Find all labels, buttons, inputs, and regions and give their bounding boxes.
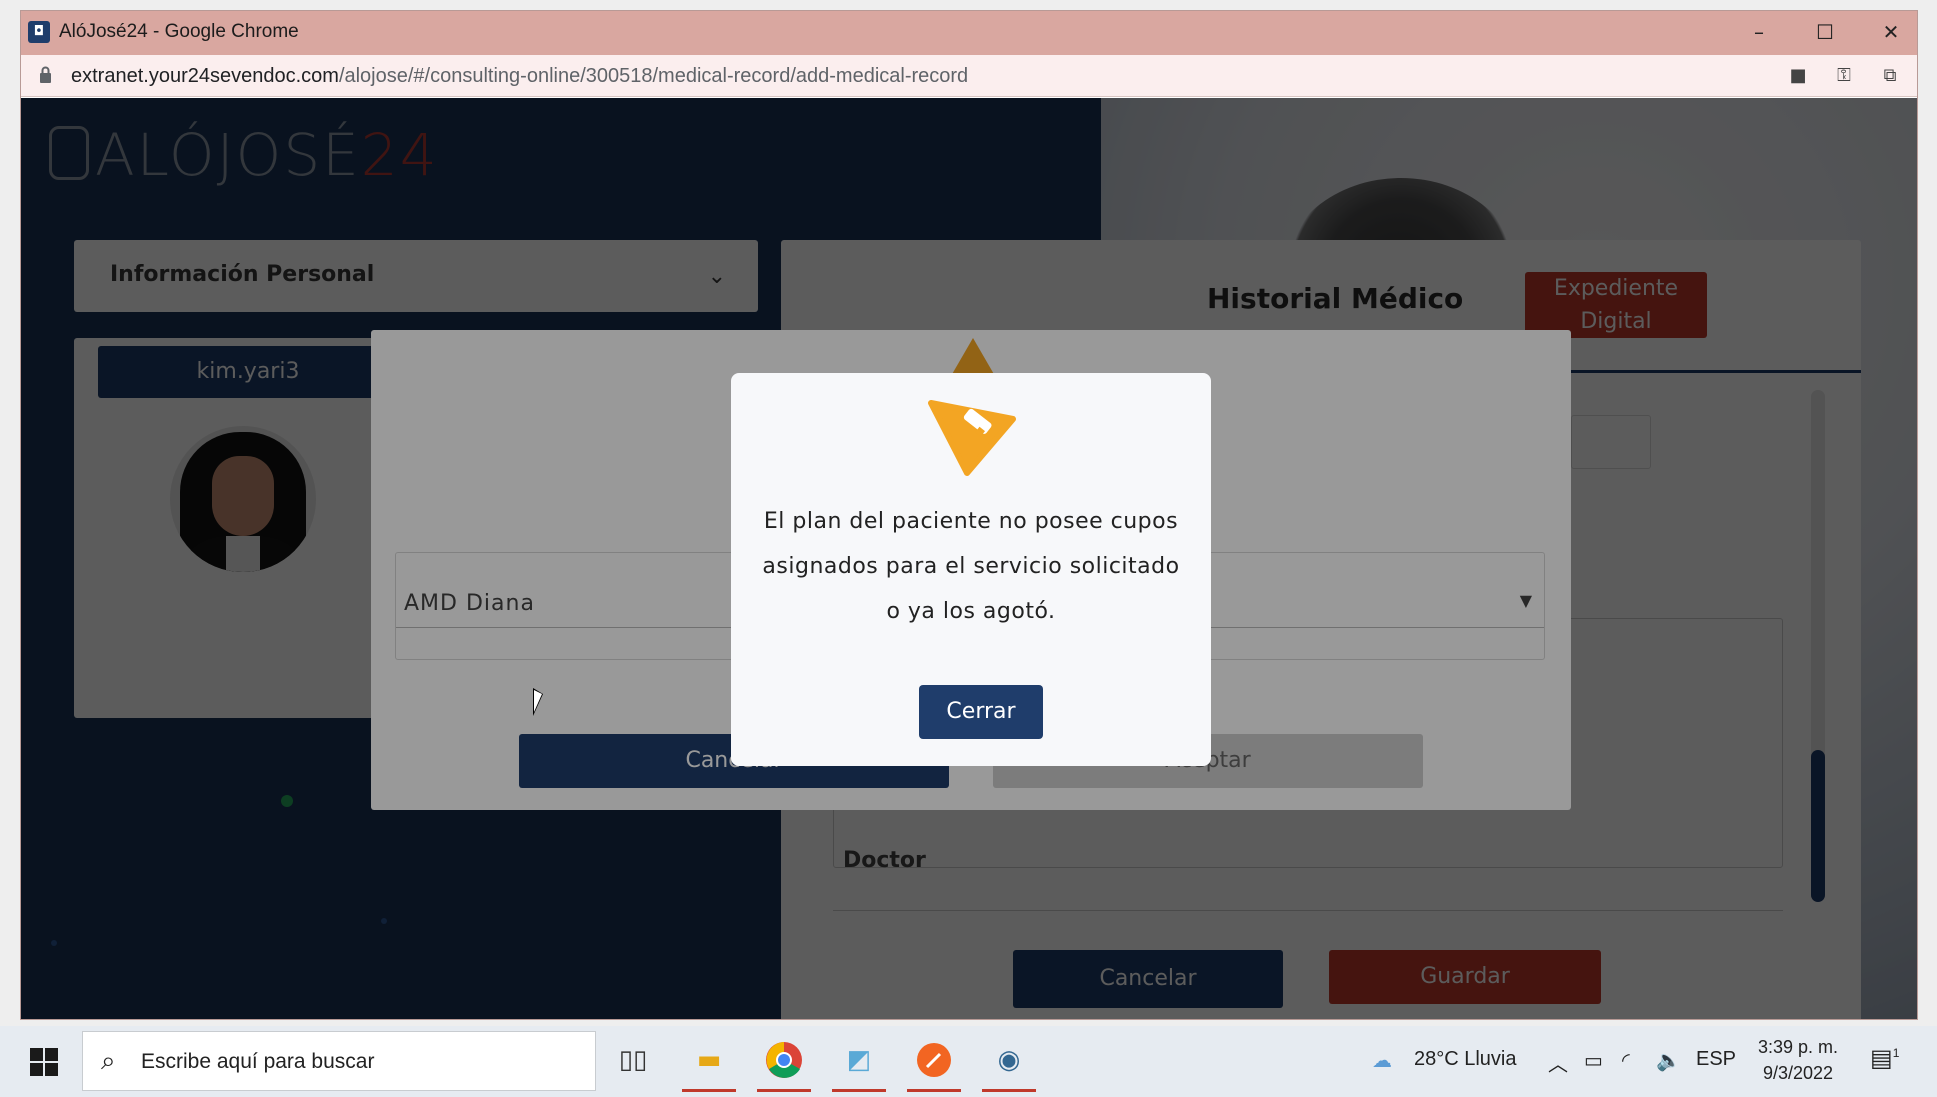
clock-time: 3:39 p. m. xyxy=(1757,1037,1839,1057)
close-window-button[interactable]: ✕ xyxy=(1861,15,1917,49)
alert-line-3: o ya los agotó. xyxy=(886,599,1056,624)
chevron-up-icon[interactable]: ︿ xyxy=(1548,1048,1568,1077)
url-domain: extranet.your24sevendoc.com xyxy=(71,65,339,87)
notification-icon[interactable]: ▤1 xyxy=(1870,1044,1899,1073)
alert-line-2: asignados para el servicio solicitado xyxy=(762,554,1180,579)
maximize-button[interactable]: ☐ xyxy=(1795,15,1855,49)
url-path: /alojose/#/consulting-online/300518/medi… xyxy=(338,65,969,87)
battery-icon[interactable]: ▭ xyxy=(1584,1048,1603,1073)
camera-icon[interactable]: ■ xyxy=(1787,65,1809,87)
browser-window: ◘ AlóJosé24 - Google Chrome – ☐ ✕ extran… xyxy=(20,10,1918,1020)
windows-taskbar: ⌕ Escribe aquí para buscar ▯▯ ▬ ◩ ◉ ☁ 28… xyxy=(0,1026,1937,1097)
window-title: AlóJosé24 - Google Chrome xyxy=(59,21,299,42)
postgresql-icon[interactable]: ◉ xyxy=(980,1034,1038,1092)
minimize-button[interactable]: – xyxy=(1729,15,1789,49)
url-text[interactable]: extranet.your24sevendoc.com/alojose/#/co… xyxy=(71,65,968,88)
title-bar: ◘ AlóJosé24 - Google Chrome – ☐ ✕ xyxy=(21,11,1917,55)
language-indicator[interactable]: ESP xyxy=(1696,1048,1736,1071)
alert-message: El plan del paciente no posee cupos asig… xyxy=(747,499,1195,634)
weather-text[interactable]: 28°C Lluvia xyxy=(1414,1048,1517,1071)
windows-start-button[interactable] xyxy=(30,1048,58,1076)
page-viewport: ALÓJOSÉ24 Información Personal ⌄ kim.yar… xyxy=(21,98,1917,1019)
taskbar-clock[interactable]: 3:39 p. m. 9/3/2022 xyxy=(1748,1034,1848,1086)
close-alert-button[interactable]: Cerrar xyxy=(919,685,1043,739)
mouse-cursor xyxy=(533,688,543,716)
lock-icon xyxy=(40,66,51,83)
volume-icon[interactable]: 🔈 xyxy=(1656,1048,1681,1073)
alert-line-1: El plan del paciente no posee cupos xyxy=(763,509,1179,534)
translate-icon[interactable]: ⧉ xyxy=(1879,65,1901,87)
key-icon[interactable]: ⚿ xyxy=(1833,65,1855,87)
task-view-icon[interactable]: ▯▯ xyxy=(604,1034,662,1086)
search-icon: ⌕ xyxy=(101,1046,116,1076)
address-bar[interactable]: extranet.your24sevendoc.com/alojose/#/co… xyxy=(21,55,1917,97)
warning-icon xyxy=(928,400,1016,476)
chrome-icon[interactable] xyxy=(755,1034,813,1092)
edit-app-icon[interactable] xyxy=(905,1034,963,1092)
clock-date: 9/3/2022 xyxy=(1762,1063,1834,1083)
notepad-app-icon[interactable]: ◩ xyxy=(830,1034,888,1092)
wifi-icon[interactable]: ◜ xyxy=(1622,1048,1630,1073)
search-placeholder: Escribe aquí para buscar xyxy=(141,1050,375,1073)
site-favicon-icon: ◘ xyxy=(28,21,50,43)
taskbar-search[interactable]: ⌕ Escribe aquí para buscar xyxy=(82,1031,596,1091)
weather-icon[interactable]: ☁ xyxy=(1372,1048,1392,1073)
alert-dialog: El plan del paciente no posee cupos asig… xyxy=(731,373,1211,766)
file-explorer-icon[interactable]: ▬ xyxy=(680,1034,738,1092)
notification-count: 1 xyxy=(1892,1046,1900,1060)
